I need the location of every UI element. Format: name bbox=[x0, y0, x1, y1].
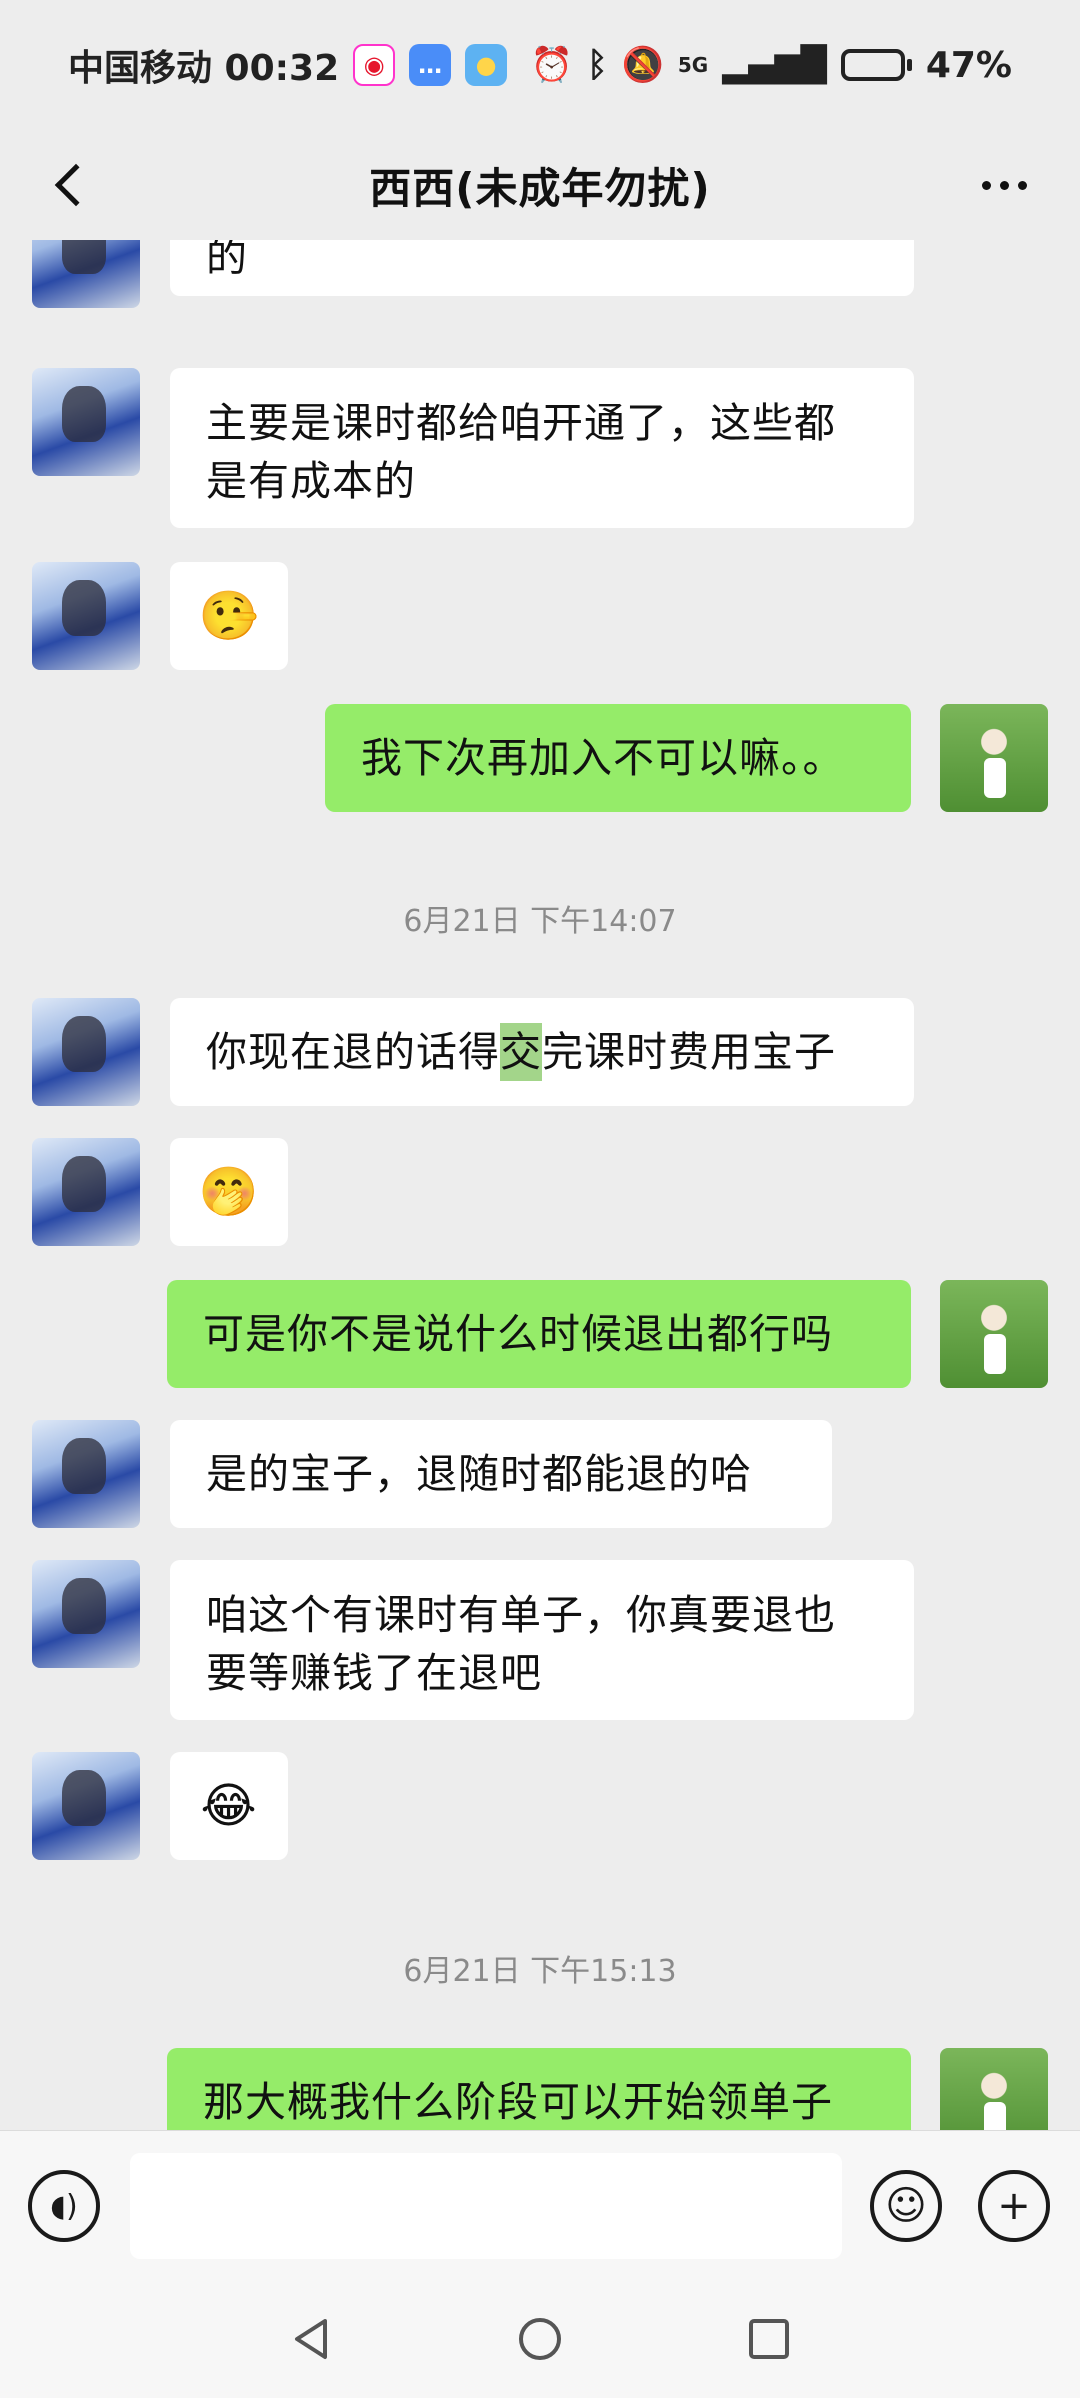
weibo-icon: ◉ bbox=[353, 44, 396, 86]
message-text: 那大概我什么阶段可以开始领单子 bbox=[203, 2078, 833, 2126]
contact-avatar[interactable] bbox=[32, 562, 140, 670]
message-app-icon: … bbox=[409, 44, 452, 86]
message-text-line: 要等赚钱了在退吧 bbox=[206, 1649, 542, 1697]
message-text-line: 主要是课时都给咱开通了，这些都 bbox=[206, 399, 836, 447]
bell-muted-icon: 🔕 bbox=[621, 45, 664, 85]
contact-avatar[interactable] bbox=[32, 1138, 140, 1246]
message-bubble[interactable]: 咱这个有课时有单子，你真要退也 要等赚钱了在退吧 bbox=[170, 1560, 914, 1720]
plus-icon: + bbox=[997, 2183, 1031, 2229]
message-text: 可是你不是说什么时候退出都行吗 bbox=[203, 1310, 833, 1358]
nav-recents-button[interactable] bbox=[734, 2304, 804, 2374]
timestamp: 6月21日 下午14:07 bbox=[403, 904, 677, 939]
circle-home-icon bbox=[519, 2318, 561, 2360]
contact-avatar[interactable] bbox=[32, 1420, 140, 1528]
network-label: 5G bbox=[677, 53, 709, 77]
message-text: 是的宝子，退随时都能退的哈 bbox=[206, 1450, 752, 1498]
contact-avatar[interactable] bbox=[32, 1752, 140, 1860]
more-dot-icon bbox=[999, 180, 1009, 190]
chevron-left-icon bbox=[54, 163, 98, 207]
square-recents-icon bbox=[749, 2319, 789, 2359]
emoji-message: 😂 bbox=[200, 1778, 258, 1834]
bluetooth-icon: ᛒ bbox=[587, 45, 608, 85]
weather-icon: ● bbox=[465, 44, 508, 86]
nav-home-button[interactable] bbox=[505, 2304, 575, 2374]
signal-icon: ▂▄▆█ bbox=[722, 45, 827, 85]
my-avatar[interactable] bbox=[940, 2048, 1048, 2130]
contact-avatar[interactable] bbox=[32, 240, 140, 308]
emoji-message: 🤭 bbox=[198, 1164, 260, 1220]
my-avatar[interactable] bbox=[940, 704, 1048, 812]
timestamp: 6月21日 下午15:13 bbox=[403, 1954, 677, 1989]
message-bubble[interactable]: 🤭 bbox=[170, 1138, 288, 1246]
contact-avatar[interactable] bbox=[32, 368, 140, 476]
chat-messages[interactable]: 的 主要是课时都给咱开通了，这些都 是有成本的 🤥 我下次再加入不可以嘛。。 6… bbox=[0, 240, 1080, 2130]
voice-input-button[interactable]: ◖) bbox=[28, 2170, 100, 2242]
my-avatar[interactable] bbox=[940, 1280, 1048, 1388]
message-text-line: 咱这个有课时有单子，你真要退也 bbox=[206, 1591, 836, 1639]
message-bubble[interactable]: 🤥 bbox=[170, 562, 288, 670]
status-bar: 中国移动 00:32 ◉ … ● ⏰ ᛒ 🔕 5G ▂▄▆█ 47% bbox=[0, 0, 1080, 130]
carrier-time: 中国移动 00:32 bbox=[68, 48, 340, 89]
message-bubble[interactable]: 主要是课时都给咱开通了，这些都 是有成本的 bbox=[170, 368, 914, 528]
message-bubble[interactable]: 的 bbox=[170, 240, 914, 296]
voice-icon: ◖) bbox=[50, 2188, 78, 2224]
message-bubble[interactable]: 你现在退的话得交完课时费用宝子 bbox=[170, 998, 914, 1106]
more-functions-button[interactable]: + bbox=[978, 2170, 1050, 2242]
message-bubble[interactable]: 😂 bbox=[170, 1752, 288, 1860]
triangle-back-icon bbox=[295, 2319, 327, 2359]
chat-title: 西西(未成年勿扰) bbox=[369, 163, 711, 213]
more-dot-icon bbox=[1017, 180, 1027, 190]
chat-header: 西西(未成年勿扰) bbox=[0, 130, 1080, 240]
more-options-button[interactable] bbox=[964, 150, 1044, 220]
selected-text-highlight: 交 bbox=[500, 1023, 542, 1081]
battery-percent: 47% bbox=[925, 44, 1012, 86]
message-bubble-self[interactable]: 可是你不是说什么时候退出都行吗 bbox=[167, 1280, 911, 1388]
message-text: 你现在退的话得 bbox=[206, 1028, 500, 1076]
emoji-message: 🤥 bbox=[198, 588, 260, 644]
message-text: 我下次再加入不可以嘛。。 bbox=[361, 734, 845, 782]
message-bubble[interactable]: 是的宝子，退随时都能退的哈 bbox=[170, 1420, 832, 1528]
status-left: 中国移动 00:32 ◉ … ● bbox=[68, 39, 508, 91]
message-text: 完课时费用宝子 bbox=[542, 1028, 836, 1076]
back-button[interactable] bbox=[36, 150, 106, 220]
message-bubble-self[interactable]: 那大概我什么阶段可以开始领单子 bbox=[167, 2048, 911, 2130]
alarm-icon: ⏰ bbox=[530, 45, 574, 85]
battery-icon bbox=[840, 49, 912, 81]
smiley-icon: ☺ bbox=[885, 2183, 927, 2229]
message-input[interactable] bbox=[130, 2153, 842, 2259]
more-dot-icon bbox=[981, 180, 991, 190]
status-right: ⏰ ᛒ 🔕 5G ▂▄▆█ 47% bbox=[531, 45, 1012, 86]
message-text-line: 是有成本的 bbox=[206, 457, 416, 505]
contact-avatar[interactable] bbox=[32, 1560, 140, 1668]
message-text: 的 bbox=[206, 240, 248, 281]
nav-back-button[interactable] bbox=[276, 2304, 346, 2374]
system-nav-bar bbox=[0, 2280, 1080, 2398]
message-bubble-self[interactable]: 我下次再加入不可以嘛。。 bbox=[325, 704, 911, 812]
emoji-button[interactable]: ☺ bbox=[870, 2170, 942, 2242]
contact-avatar[interactable] bbox=[32, 998, 140, 1106]
input-bar: ◖) ☺ + bbox=[0, 2130, 1080, 2280]
